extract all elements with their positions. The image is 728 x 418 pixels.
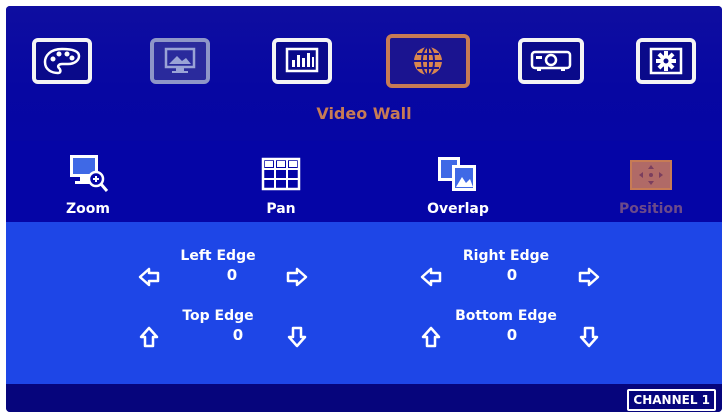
left-edge-value: 0 xyxy=(226,266,238,284)
submenu-label: Position xyxy=(618,201,684,217)
menu-title: Video Wall xyxy=(316,104,412,123)
main-menu-bar: Video Wall xyxy=(6,6,722,141)
globe-icon[interactable] xyxy=(386,34,470,88)
right-edge-value: 0 xyxy=(506,266,518,284)
zoom-icon xyxy=(70,155,109,192)
bottom-edge-label: Bottom Edge xyxy=(455,308,557,324)
arrow-up-icon[interactable] xyxy=(420,326,442,348)
submenu-overlap[interactable]: Overlap xyxy=(398,141,518,222)
bottom-edge-value: 0 xyxy=(506,326,518,344)
arrow-left-icon[interactable] xyxy=(420,266,442,288)
gear-icon[interactable] xyxy=(636,38,696,84)
right-edge-label: Right Edge xyxy=(462,248,550,264)
arrow-left-icon[interactable] xyxy=(138,266,160,288)
grid-pan-icon xyxy=(261,157,301,191)
left-edge-label: Left Edge xyxy=(180,248,256,264)
position-icon xyxy=(630,160,672,190)
palette-icon[interactable] xyxy=(32,38,92,84)
submenu-label: Overlap xyxy=(427,201,489,217)
channel-badge: CHANNEL 1 xyxy=(627,389,716,411)
submenu-label: Zoom xyxy=(66,201,110,217)
submenu-position[interactable]: Position xyxy=(591,141,711,222)
status-bar: CHANNEL 1 xyxy=(6,384,722,412)
osd-screen: Video Wall Zoom Pan Overlap Position Lef… xyxy=(6,6,722,412)
arrow-down-icon[interactable] xyxy=(286,326,308,348)
arrow-down-icon[interactable] xyxy=(578,326,600,348)
audio-levels-icon[interactable] xyxy=(272,38,332,84)
submenu-pan[interactable]: Pan xyxy=(221,141,341,222)
arrow-right-icon[interactable] xyxy=(286,266,308,288)
projector-icon[interactable] xyxy=(518,38,584,84)
top-edge-value: 0 xyxy=(232,326,244,344)
overlap-icon xyxy=(438,157,476,191)
monitor-picture-icon[interactable] xyxy=(150,38,210,84)
submenu-zoom[interactable]: Zoom xyxy=(28,141,148,222)
arrow-right-icon[interactable] xyxy=(578,266,600,288)
top-edge-label: Top Edge xyxy=(182,308,254,324)
edge-panel: Left Edge 0 Right Edge 0 Top Edge 0 Bott… xyxy=(6,222,722,384)
submenu-label: Pan xyxy=(266,201,296,217)
submenu-bar: Zoom Pan Overlap Position xyxy=(6,141,722,222)
arrow-up-icon[interactable] xyxy=(138,326,160,348)
